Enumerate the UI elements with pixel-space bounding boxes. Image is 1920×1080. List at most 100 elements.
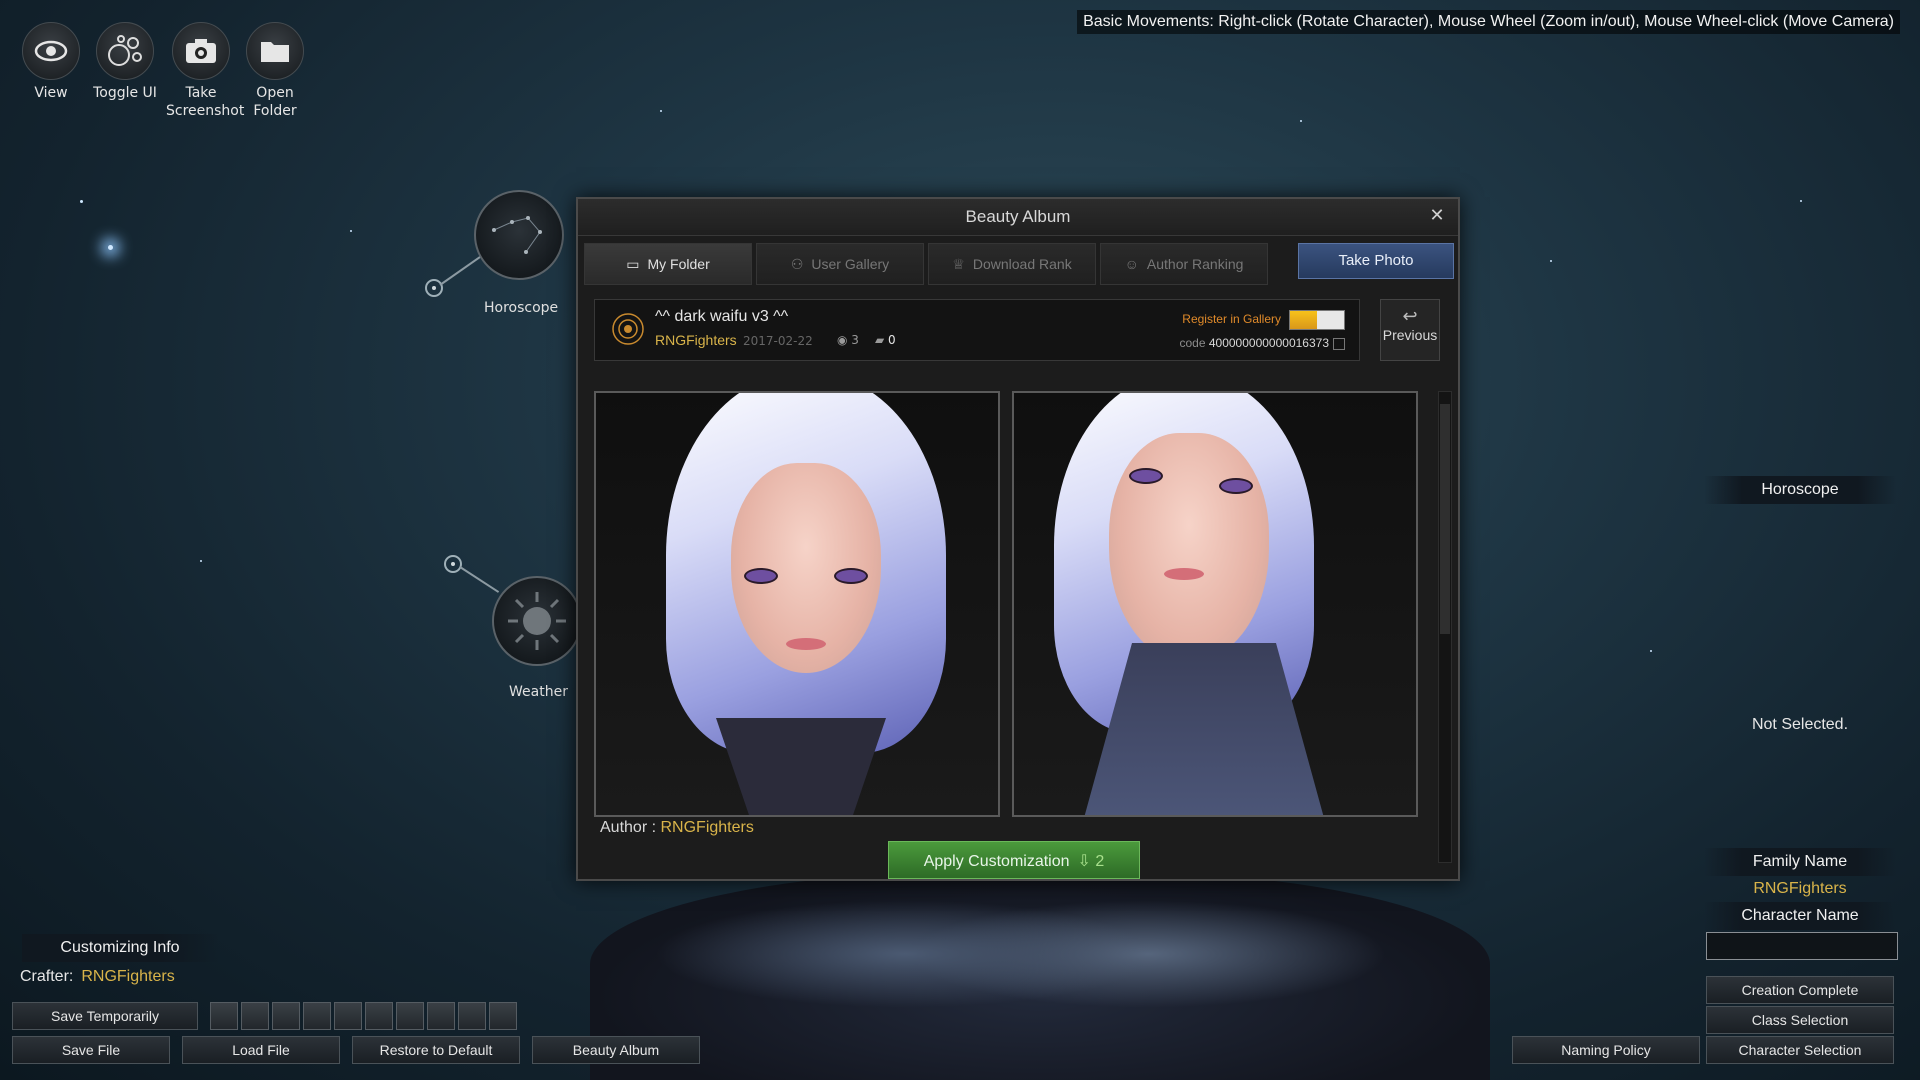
weather-node-label: Weather <box>509 684 568 700</box>
star <box>350 230 352 232</box>
back-arrow-icon: ↩ <box>1402 306 1418 326</box>
save-slot[interactable] <box>272 1002 300 1030</box>
dialog-title: Beauty Album <box>578 199 1458 236</box>
author-label: Author : <box>600 819 657 836</box>
tab-download-rank[interactable]: ♕ Download Rank <box>928 243 1096 285</box>
save-slot[interactable] <box>489 1002 517 1030</box>
tab-my-folder-label: My Folder <box>647 256 710 272</box>
register-gallery-label: Register in Gallery <box>1182 312 1281 326</box>
save-slot[interactable] <box>458 1002 486 1030</box>
load-file-button[interactable]: Load File <box>182 1036 340 1064</box>
collar <box>716 718 886 815</box>
star <box>1550 260 1552 262</box>
view-label: View <box>34 85 68 101</box>
view-count: 3 <box>851 333 859 347</box>
star <box>200 560 202 562</box>
creation-complete-button[interactable]: Creation Complete <box>1706 976 1894 1004</box>
save-slot[interactable] <box>210 1002 238 1030</box>
view-button[interactable]: View <box>16 22 86 102</box>
copy-icon[interactable] <box>1333 337 1345 350</box>
save-slot[interactable] <box>427 1002 455 1030</box>
character-selection-button[interactable]: Character Selection <box>1706 1036 1894 1064</box>
toggle-ui-label: Toggle UI <box>93 85 157 101</box>
portrait-photo-front[interactable] <box>594 391 1000 817</box>
star <box>80 200 83 203</box>
apply-label: Apply Customization <box>923 853 1070 870</box>
author-name[interactable]: RNGFighters <box>660 819 753 836</box>
download-icon: ⇩ <box>1077 853 1096 870</box>
entry-date: 2017-02-22 <box>743 334 813 348</box>
circles-icon <box>96 22 154 80</box>
save-slot[interactable] <box>396 1002 424 1030</box>
star <box>108 245 113 250</box>
tab-user-gallery[interactable]: ⚇ User Gallery <box>756 243 924 285</box>
album-scrollbar[interactable] <box>1438 391 1452 863</box>
comment-count: 0 <box>888 333 896 347</box>
horoscope-node[interactable] <box>474 190 564 280</box>
star <box>660 110 662 112</box>
tab-author-ranking[interactable]: ☺ Author Ranking <box>1100 243 1268 285</box>
eye <box>1219 478 1253 494</box>
code-value: 400000000000016373 <box>1208 336 1329 350</box>
portrait-photo-side[interactable] <box>1012 391 1418 817</box>
crafter-line: Crafter: RNGFighters <box>20 968 175 986</box>
eye <box>834 568 868 584</box>
trophy-icon: ♕ <box>952 256 965 272</box>
character-name-input[interactable] <box>1706 932 1898 960</box>
character-name-title: Character Name <box>1704 902 1896 930</box>
comment-icon: ▰ <box>875 333 889 347</box>
customizing-info-title: Customizing Info <box>22 934 218 962</box>
face <box>1109 433 1269 663</box>
open-folder-button[interactable]: Open Folder <box>240 22 310 120</box>
character-model[interactable] <box>590 870 1490 1080</box>
code-label: code <box>1179 336 1206 350</box>
scroll-thumb[interactable] <box>1440 404 1450 634</box>
save-file-button[interactable]: Save File <box>12 1036 170 1064</box>
entry-author[interactable]: RNGFighters <box>655 332 737 348</box>
author-line: Author : RNGFighters <box>600 819 754 837</box>
entry-comments: ▰ 0 <box>875 333 896 347</box>
save-slot[interactable] <box>241 1002 269 1030</box>
register-gallery-toggle[interactable] <box>1289 310 1345 330</box>
close-icon[interactable]: ✕ <box>1426 205 1448 227</box>
author-icon: ☺ <box>1124 256 1139 272</box>
tab-my-folder[interactable]: ▭ My Folder <box>584 243 752 285</box>
eye <box>744 568 778 584</box>
family-name-title: Family Name <box>1704 848 1896 876</box>
apply-count: ⇩ 2 <box>1078 853 1105 870</box>
star <box>1300 120 1302 122</box>
tab-author-ranking-label: Author Ranking <box>1146 256 1244 272</box>
save-slot[interactable] <box>365 1002 393 1030</box>
apply-customization-button[interactable]: Apply Customization ⇩ 2 <box>888 841 1140 879</box>
crafter-name: RNGFighters <box>81 968 175 985</box>
constellation-icon <box>492 216 542 254</box>
horoscope-pin[interactable] <box>425 279 443 297</box>
weather-node[interactable] <box>492 576 582 666</box>
class-selection-button[interactable]: Class Selection <box>1706 1006 1894 1034</box>
rose-emblem-icon <box>612 313 644 345</box>
toggle-ui-button[interactable]: Toggle UI <box>90 22 160 102</box>
crafter-label: Crafter: <box>20 968 74 985</box>
camera-icon <box>172 22 230 80</box>
eye <box>1129 468 1163 484</box>
users-icon: ⚇ <box>790 256 804 272</box>
horoscope-value: Not Selected. <box>1751 716 1849 733</box>
eye-icon <box>22 22 80 80</box>
restore-default-button[interactable]: Restore to Default <box>352 1036 520 1064</box>
take-screenshot-label: Take Screenshot <box>166 85 245 119</box>
horoscope-panel-title: Horoscope <box>1704 476 1896 504</box>
lips <box>786 638 826 650</box>
apply-count-value: 2 <box>1095 853 1105 870</box>
weather-pin[interactable] <box>444 555 462 573</box>
save-slot[interactable] <box>303 1002 331 1030</box>
previous-button[interactable]: ↩ Previous <box>1380 299 1440 361</box>
take-screenshot-button[interactable]: Take Screenshot <box>166 22 245 120</box>
album-entry-info: ^^ dark waifu v3 ^^ RNGFighters 2017-02-… <box>594 299 1360 361</box>
save-temporarily-button[interactable]: Save Temporarily <box>12 1002 198 1030</box>
beauty-album-button[interactable]: Beauty Album <box>532 1036 700 1064</box>
entry-title: ^^ dark waifu v3 ^^ <box>655 308 789 325</box>
take-photo-button[interactable]: Take Photo <box>1298 243 1454 279</box>
naming-policy-button[interactable]: Naming Policy <box>1512 1036 1700 1064</box>
save-slot[interactable] <box>334 1002 362 1030</box>
previous-label: Previous <box>1382 327 1438 343</box>
